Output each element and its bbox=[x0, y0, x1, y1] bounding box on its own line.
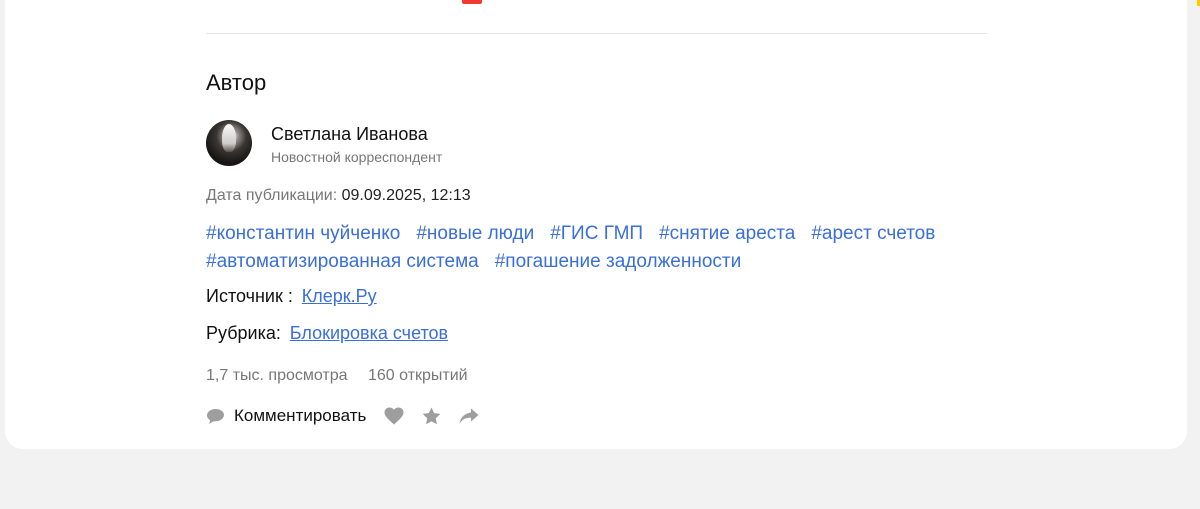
article-stats: 1,7 тыс. просмотра 160 открытий bbox=[206, 367, 484, 385]
comment-button[interactable]: Комментировать bbox=[206, 406, 366, 426]
author-role: Новостной корреспондент bbox=[271, 149, 443, 165]
publication-date-label: Дата публикации: bbox=[206, 187, 338, 204]
gift-icon bbox=[462, 0, 482, 4]
heart-icon bbox=[384, 407, 404, 425]
share-icon bbox=[459, 408, 479, 423]
author-section-title: Автор bbox=[206, 70, 267, 95]
author-name[interactable]: Светлана Иванова bbox=[271, 124, 428, 145]
page-right-edge bbox=[1188, 0, 1200, 509]
source-row: Источник : Клерк.Ру bbox=[206, 286, 377, 307]
tag-link[interactable]: #снятие ареста bbox=[659, 220, 795, 248]
source-link[interactable]: Клерк.Ру bbox=[302, 286, 377, 306]
publication-date: Дата публикации: 09.09.2025, 12:13 bbox=[206, 187, 471, 205]
bookmark-button[interactable] bbox=[422, 407, 441, 425]
tag-link[interactable]: #новые люди bbox=[416, 220, 534, 248]
gift-promo-remnant[interactable] bbox=[462, 0, 732, 4]
tag-link[interactable]: #автоматизированная система bbox=[206, 248, 479, 276]
opens-count: 160 открытий bbox=[368, 367, 468, 384]
author-avatar[interactable] bbox=[206, 120, 252, 166]
avatar-figure bbox=[222, 124, 236, 152]
rubric-label: Рубрика: bbox=[206, 323, 281, 343]
section-divider bbox=[206, 33, 987, 34]
source-label: Источник : bbox=[206, 286, 293, 306]
comment-button-label: Комментировать bbox=[234, 406, 367, 425]
tag-list: #константин чуйченко #новые люди #ГИС ГМП #… bbox=[206, 220, 996, 276]
share-button[interactable] bbox=[459, 408, 479, 425]
tag-link[interactable]: #погашение задолженности bbox=[495, 248, 742, 276]
like-button[interactable] bbox=[384, 407, 404, 425]
star-icon bbox=[423, 407, 441, 425]
tag-link[interactable]: #арест счетов bbox=[811, 220, 935, 248]
rubric-link[interactable]: Блокировка счетов bbox=[290, 323, 448, 343]
action-bar: Комментировать bbox=[206, 405, 479, 427]
tag-link[interactable]: #константин чуйченко bbox=[206, 220, 400, 248]
rubric-row: Рубрика: Блокировка счетов bbox=[206, 323, 448, 344]
comment-icon bbox=[207, 408, 224, 424]
views-count: 1,7 тыс. просмотра bbox=[206, 367, 348, 384]
tag-link[interactable]: #ГИС ГМП bbox=[550, 220, 643, 248]
publication-date-value: 09.09.2025, 12:13 bbox=[341, 187, 471, 204]
